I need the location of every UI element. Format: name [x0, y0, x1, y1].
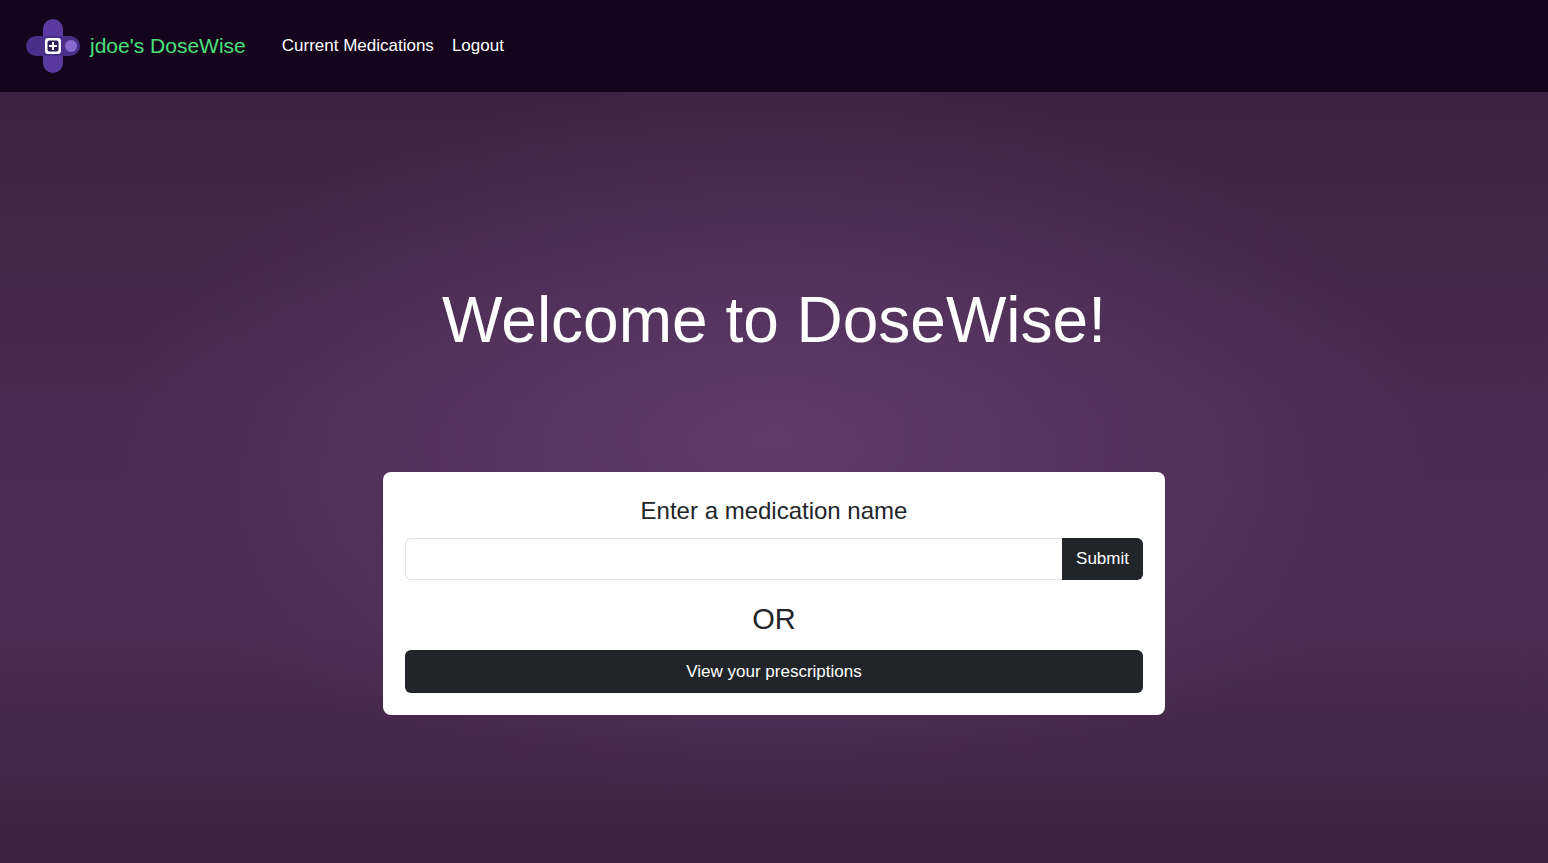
nav-link[interactable]: Logout [452, 36, 504, 56]
input-row: Submit [405, 538, 1143, 580]
navbar: jdoe's DoseWise Current Medications Logout [0, 0, 1548, 92]
medication-label: Enter a medication name [405, 496, 1143, 526]
medication-input[interactable] [405, 538, 1062, 580]
brand-name[interactable]: jdoe's DoseWise [90, 34, 246, 58]
submit-button[interactable]: Submit [1062, 538, 1143, 580]
view-prescriptions-button[interactable]: View your prescriptions [405, 650, 1143, 693]
logo-icon[interactable] [24, 17, 82, 75]
brand[interactable]: jdoe's DoseWise [24, 17, 246, 75]
medication-card: Enter a medication name Submit OR View your… [383, 472, 1165, 715]
nav-links: Current Medications Logout [282, 36, 504, 56]
nav-link[interactable]: Current Medications [282, 36, 434, 56]
or-separator: OR [405, 602, 1143, 636]
hero-background: Welcome to DoseWise! Enter a medication n… [0, 92, 1548, 863]
hero-title: Welcome to DoseWise! [442, 92, 1106, 358]
